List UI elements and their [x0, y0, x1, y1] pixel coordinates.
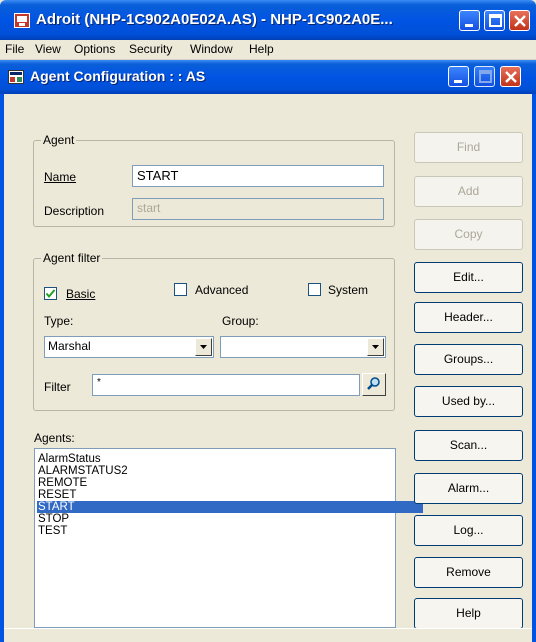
dialog-maximize-button[interactable]	[474, 66, 495, 87]
maximize-button[interactable]	[484, 10, 505, 31]
name-input[interactable]: START	[132, 165, 384, 187]
edit-button[interactable]: Edit...	[414, 262, 523, 293]
group-dropdown-button[interactable]	[367, 338, 384, 356]
close-button[interactable]	[509, 10, 530, 31]
basic-checkbox[interactable]	[44, 287, 57, 300]
agent-item-stop[interactable]: STOP	[37, 513, 423, 525]
basic-label: Basic	[66, 287, 96, 301]
agent-item-start[interactable]: START	[37, 501, 423, 513]
used-by-button[interactable]: Used by...	[414, 386, 523, 417]
dialog-title-bar[interactable]: Agent Configuration : : AS	[0, 60, 536, 94]
menu-file[interactable]: File	[5, 42, 24, 56]
remove-button[interactable]: Remove	[414, 557, 523, 588]
chevron-down-icon	[200, 345, 207, 349]
app-title-bar[interactable]: Adroit (NHP-1C902A0E02A.AS) - NHP-1C902A…	[0, 0, 536, 40]
system-checkbox[interactable]	[308, 283, 321, 296]
help-button[interactable]: Help	[414, 598, 523, 629]
add-button[interactable]: Add	[414, 176, 523, 207]
agent-config-icon	[8, 70, 24, 84]
menu-security[interactable]: Security	[129, 42, 172, 56]
app-title: Adroit (NHP-1C902A0E02A.AS) - NHP-1C902A…	[36, 11, 393, 28]
filter-label: Filter	[44, 380, 71, 394]
type-combobox-value: Marshal	[48, 339, 91, 353]
find-button[interactable]: Find	[414, 132, 523, 163]
agent-item-alarmstatus2[interactable]: ALARMSTATUS2	[37, 465, 423, 477]
system-label: System	[328, 283, 369, 297]
advanced-checkbox[interactable]	[174, 283, 187, 296]
groups-button[interactable]: Groups...	[414, 344, 523, 375]
dialog-close-button[interactable]	[500, 66, 521, 87]
type-dropdown-button[interactable]	[195, 338, 212, 356]
agent-group-legend: Agent	[41, 133, 77, 147]
type-combobox[interactable]: Marshal	[44, 336, 214, 358]
minimize-icon	[454, 80, 462, 83]
menu-window[interactable]: Window	[190, 42, 233, 56]
header-button[interactable]: Header...	[414, 302, 523, 333]
agent-item-remote[interactable]: REMOTE	[37, 477, 423, 489]
alarm-button[interactable]: Alarm...	[414, 473, 523, 504]
name-label: Name	[44, 170, 77, 184]
magnifier-icon	[367, 377, 380, 390]
menu-bar: File View Options Security Window Help	[0, 40, 536, 60]
copy-button[interactable]: Copy	[414, 219, 523, 250]
filter-search-button[interactable]	[362, 373, 386, 396]
minimize-icon	[465, 24, 473, 27]
dialog-minimize-button[interactable]	[448, 66, 469, 87]
agent-filter-legend: Agent filter	[41, 251, 103, 265]
maximize-icon	[479, 70, 492, 83]
group-combobox[interactable]	[220, 336, 386, 358]
maximize-icon	[489, 14, 502, 27]
agent-item-reset[interactable]: RESET	[37, 489, 423, 501]
close-icon	[505, 71, 517, 83]
chevron-down-icon	[372, 345, 379, 349]
checkmark-icon	[45, 289, 56, 299]
agent-item-test[interactable]: TEST	[37, 525, 423, 537]
description-label: Description	[44, 204, 105, 218]
filter-input[interactable]: *	[92, 374, 360, 396]
agents-listbox[interactable]: AlarmStatus ALARMSTATUS2 REMOTE RESET ST…	[34, 448, 423, 628]
menu-help[interactable]: Help	[249, 42, 274, 56]
menu-view[interactable]: View	[35, 42, 61, 56]
advanced-label: Advanced	[195, 283, 249, 297]
minimize-button[interactable]	[459, 10, 480, 31]
menu-options[interactable]: Options	[74, 42, 115, 56]
dialog-title: Agent Configuration : : AS	[30, 68, 206, 84]
agent-item-alarmstatus[interactable]: AlarmStatus	[37, 453, 423, 465]
close-icon	[514, 15, 526, 27]
log-button[interactable]: Log...	[414, 515, 523, 546]
status-bar	[4, 628, 532, 642]
group-label: Group:	[222, 314, 259, 328]
scan-button[interactable]: Scan...	[414, 430, 523, 461]
adroit-app-icon	[14, 13, 30, 28]
description-input[interactable]: start	[132, 198, 384, 220]
type-label: Type:	[44, 314, 74, 328]
agents-label: Agents:	[34, 431, 75, 445]
